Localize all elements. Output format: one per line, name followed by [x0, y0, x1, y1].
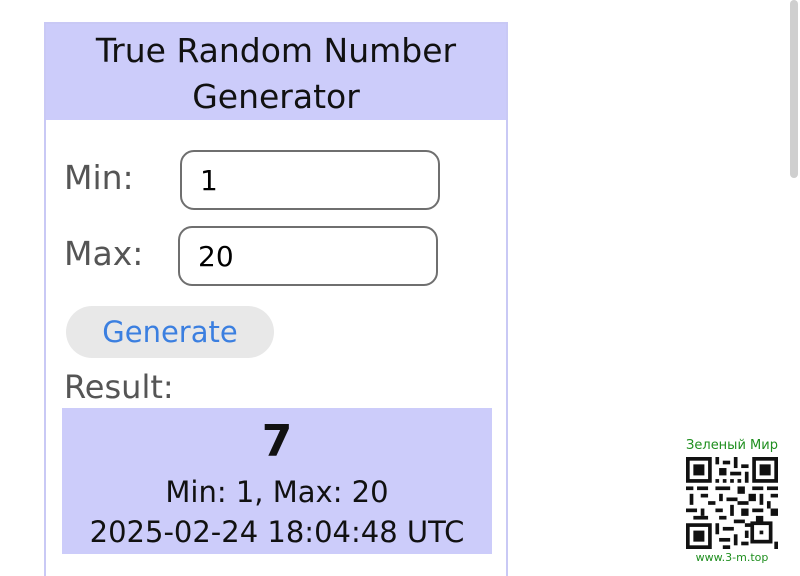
result-box: 7 Min: 1, Max: 20 2025-02-24 18:04:48 UT…: [62, 408, 492, 554]
max-input[interactable]: [178, 226, 438, 286]
result-label: Result:: [64, 368, 174, 406]
min-row: Min:: [64, 158, 134, 197]
watermark-url: www.3-m.top: [695, 551, 769, 564]
min-input[interactable]: [180, 150, 440, 210]
result-value: 7: [261, 416, 293, 467]
max-row: Max:: [64, 234, 143, 273]
page: True Random Number Generator Min: Max: G…: [0, 0, 800, 576]
result-range: Min: 1, Max: 20: [165, 475, 389, 509]
watermark-title: Зеленый Мир: [686, 438, 778, 453]
widget-header: True Random Number Generator: [46, 24, 506, 120]
rng-widget: True Random Number Generator Min: Max: G…: [44, 22, 508, 576]
result-timestamp: 2025-02-24 18:04:48 UTC: [89, 515, 465, 549]
qr-code-icon: [686, 457, 778, 549]
generate-button[interactable]: Generate: [66, 306, 274, 358]
watermark: Зеленый Мир www.3-m.top: [680, 438, 784, 564]
min-label: Min:: [64, 158, 134, 197]
page-scrollbar[interactable]: [790, 0, 798, 178]
max-label: Max:: [64, 234, 144, 273]
widget-title: True Random Number Generator: [95, 31, 457, 116]
